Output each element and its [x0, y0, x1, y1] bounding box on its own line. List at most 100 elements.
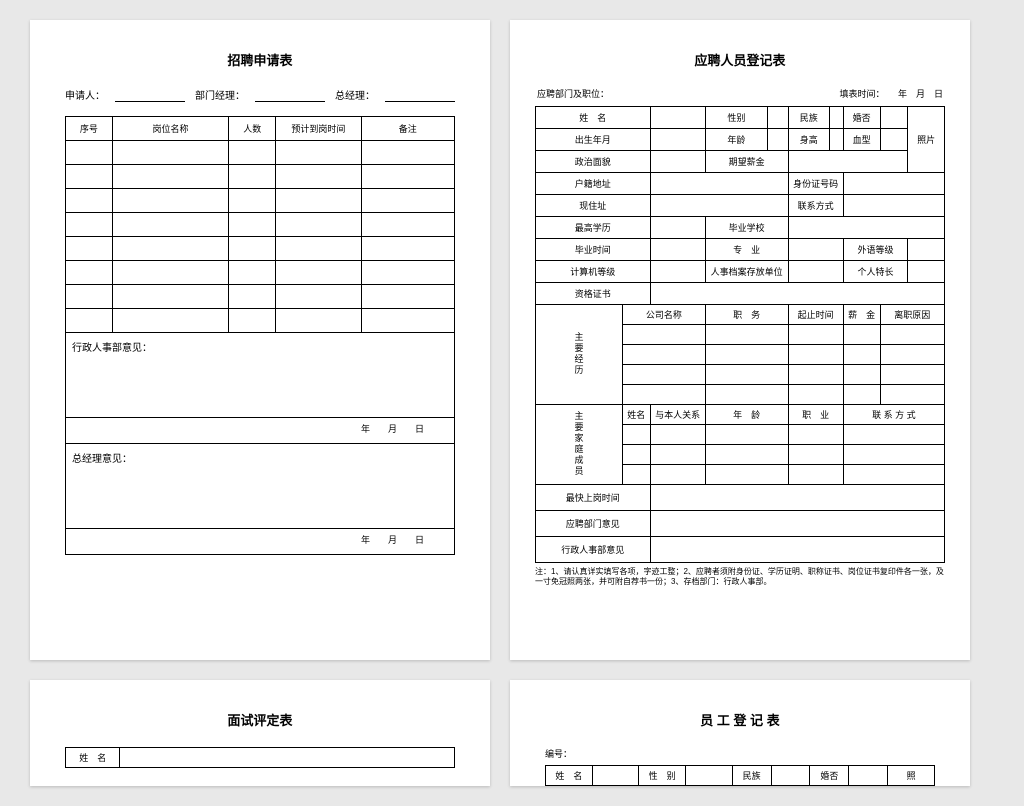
val-certs[interactable] — [650, 283, 944, 305]
col-remark: 备注 — [361, 117, 454, 141]
lbl-gender: 性别 — [705, 107, 767, 129]
page1-title: 招聘申请表 — [65, 50, 455, 69]
val-gender[interactable] — [686, 766, 733, 786]
lbl-photo: 照 — [888, 766, 935, 786]
lbl-certs: 资格证书 — [536, 283, 651, 305]
table-row[interactable] — [66, 141, 455, 165]
col-period: 起止时间 — [788, 305, 843, 325]
val-height[interactable] — [829, 129, 843, 151]
val-birth[interactable] — [650, 129, 705, 151]
val-deptop[interactable] — [650, 511, 944, 537]
val-name[interactable] — [650, 107, 705, 129]
lbl-political: 政治面貌 — [536, 151, 651, 173]
col-occupation: 职 业 — [788, 405, 843, 425]
val-ethnicity[interactable] — [829, 107, 843, 129]
val-major[interactable] — [788, 239, 843, 261]
val-gradtime[interactable] — [650, 239, 705, 261]
dept-manager-blank[interactable] — [255, 87, 325, 102]
lbl-archive: 人事档案存放单位 — [705, 261, 788, 283]
interview-table: 姓 名 — [65, 747, 455, 768]
val-archive[interactable] — [788, 261, 843, 283]
lbl-deptop: 应聘部门意见 — [536, 511, 651, 537]
lbl-eth: 民族 — [732, 766, 771, 786]
val-salary[interactable] — [788, 151, 908, 173]
val-married[interactable] — [849, 766, 888, 786]
lbl-ethnicity: 民族 — [788, 107, 829, 129]
candidate-table: 姓 名 性别 民族 婚否 照片 出生年月 年龄 身高 血型 政治面貌 期望薪金 — [535, 106, 945, 563]
signature-line: 申请人： 部门经理： 总经理： — [65, 87, 455, 102]
lbl-married: 婚否 — [843, 107, 880, 129]
gm-opinion-box[interactable]: 总经理意见： — [65, 444, 455, 529]
lbl-blood: 血型 — [843, 129, 880, 151]
col-fcontact: 联 系 方 式 — [843, 405, 944, 425]
val-id[interactable] — [843, 173, 944, 195]
val-age[interactable] — [767, 129, 788, 151]
page-interview-eval: 面试评定表 姓 名 — [30, 680, 490, 786]
val-political[interactable] — [650, 151, 705, 173]
applicant-label: 申请人： — [65, 87, 105, 102]
lbl-school: 毕业学校 — [705, 217, 788, 239]
table-row[interactable] — [66, 189, 455, 213]
col-seq: 序号 — [66, 117, 113, 141]
col-position: 职 务 — [705, 305, 788, 325]
lbl-name: 姓 名 — [536, 107, 651, 129]
val-married[interactable] — [880, 107, 908, 129]
lbl-salary: 期望薪金 — [705, 151, 788, 173]
employee-table: 姓 名 性 别 民族 婚否 照 — [545, 765, 935, 786]
lbl-married: 婚否 — [810, 766, 849, 786]
val-earliest[interactable] — [650, 485, 944, 511]
page2-title: 应聘人员登记表 — [535, 50, 945, 69]
val-eth[interactable] — [771, 766, 810, 786]
lbl-major: 专 业 — [705, 239, 788, 261]
val-edu[interactable] — [650, 217, 705, 239]
val-contact[interactable] — [843, 195, 944, 217]
val-school[interactable] — [788, 217, 944, 239]
page4-title: 员 工 登 记 表 — [545, 710, 935, 729]
hr-opinion-label: 行政人事部意见： — [72, 343, 152, 354]
gm-label: 总经理： — [335, 87, 375, 102]
table-row[interactable] — [66, 165, 455, 189]
lbl-edu: 最高学历 — [536, 217, 651, 239]
val-specialty[interactable] — [908, 261, 945, 283]
val-addr[interactable] — [650, 195, 788, 217]
val-blood[interactable] — [880, 129, 908, 151]
val-computer[interactable] — [650, 261, 705, 283]
serial-label: 编号： — [545, 747, 935, 760]
lbl-workhist: 主要经历 — [536, 305, 623, 405]
page3-title: 面试评定表 — [65, 710, 455, 729]
lbl-gradtime: 毕业时间 — [536, 239, 651, 261]
page-employee-registration: 员 工 登 记 表 编号： 姓 名 性 别 民族 婚否 照 — [510, 680, 970, 786]
col-relation: 与本人关系 — [650, 405, 705, 425]
hr-date: 年 月 日 — [65, 418, 455, 444]
val-gender[interactable] — [767, 107, 788, 129]
lbl-name: 姓 名 — [546, 766, 593, 786]
dept-manager-label: 部门经理： — [195, 87, 245, 102]
applicant-blank[interactable] — [115, 87, 185, 102]
dept-position-label: 应聘部门及职位： — [537, 87, 609, 100]
hr-opinion-box[interactable]: 行政人事部意见： — [65, 333, 455, 418]
lbl-family: 主要家庭成员 — [536, 405, 623, 485]
table-row[interactable] — [66, 237, 455, 261]
table-row[interactable] — [66, 213, 455, 237]
val-name[interactable] — [592, 766, 639, 786]
lbl-hrop: 行政人事部意见 — [536, 537, 651, 563]
val-name[interactable] — [120, 748, 455, 768]
lbl-height: 身高 — [788, 129, 829, 151]
lbl-earliest: 最快上岗时间 — [536, 485, 651, 511]
col-leave: 离职原因 — [880, 305, 944, 325]
col-salary: 薪 金 — [843, 305, 880, 325]
table-row[interactable] — [66, 285, 455, 309]
lbl-id: 身份证号码 — [788, 173, 843, 195]
gm-blank[interactable] — [385, 87, 455, 102]
table-row[interactable] — [66, 261, 455, 285]
col-fname: 姓名 — [623, 405, 651, 425]
lbl-gender: 性 别 — [639, 766, 686, 786]
lbl-name: 姓 名 — [66, 748, 120, 768]
table-row[interactable] — [66, 309, 455, 333]
col-time: 预计到岗时间 — [276, 117, 362, 141]
val-hukou[interactable] — [650, 173, 788, 195]
val-hrop[interactable] — [650, 537, 944, 563]
page-recruitment-application: 招聘申请表 申请人： 部门经理： 总经理： 序号 岗位名称 人数 预计到岗时间 … — [30, 20, 490, 660]
col-company: 公司名称 — [623, 305, 706, 325]
val-lang[interactable] — [908, 239, 945, 261]
